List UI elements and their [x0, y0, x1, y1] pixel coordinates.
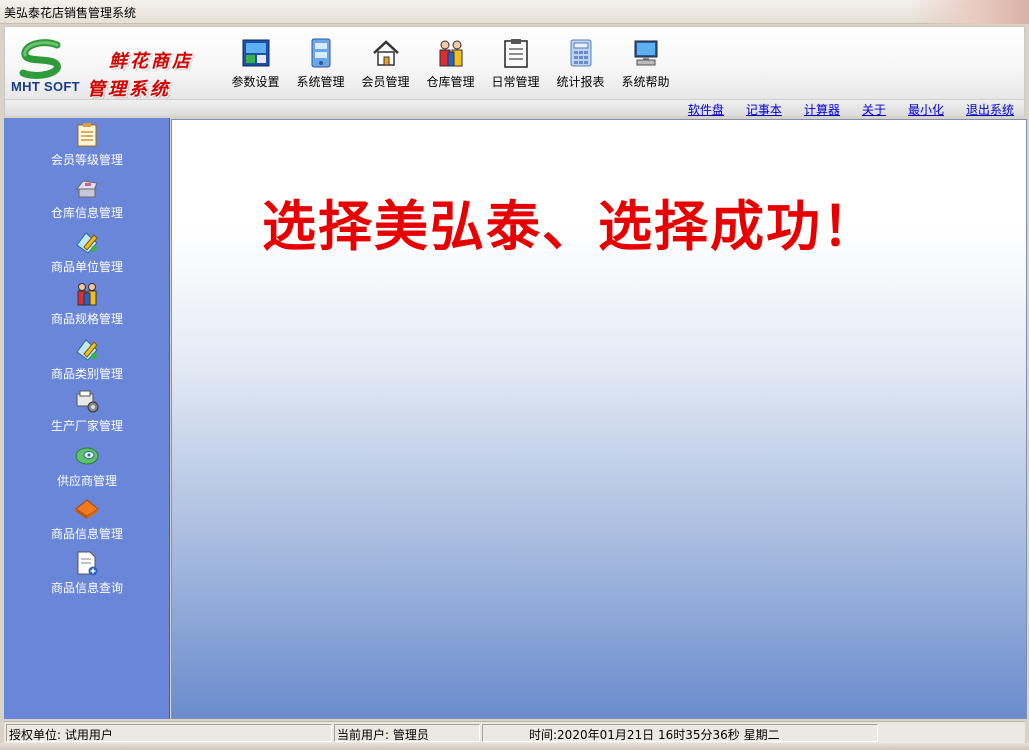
sidebar-item-label: 商品信息管理: [50, 527, 123, 541]
toolbar-label: 参数设置: [231, 75, 280, 89]
pen-paper-icon: [76, 339, 98, 361]
title-bar[interactable]: 美弘泰花店销售管理系统: [0, 0, 1029, 24]
house-icon: [372, 40, 399, 66]
slogan-banner: 选择美弘泰、选择成功！: [262, 194, 878, 258]
toolbar-params-button[interactable]: 参数设置: [223, 37, 288, 93]
sidebar-item-label: 生产厂家管理: [50, 419, 123, 433]
sidebar-item-supplier[interactable]: 供应商管理: [4, 443, 170, 489]
diamond-icon: [75, 499, 99, 519]
toolbar-label: 仓库管理: [426, 75, 475, 89]
logo-title-line1: 鲜花商店: [109, 51, 193, 72]
sidebar-item-product-category[interactable]: 商品类别管理: [4, 336, 170, 382]
clipboard-icon: [503, 39, 528, 68]
window-title: 美弘泰花店销售管理系统: [4, 6, 137, 20]
toolbar-label: 系统管理: [296, 75, 345, 89]
sidebar-item-label: 商品信息查询: [50, 581, 123, 595]
toolbar-member-button[interactable]: 会员管理: [353, 37, 418, 93]
link-bar: 软件盘 记事本 计算器 关于 最小化 退出系统: [5, 99, 1024, 118]
logo-brand-text: MHT SOFT: [11, 79, 80, 94]
status-unit-label: 授权单位:: [9, 728, 62, 742]
sidebar-item-label: 会员等级管理: [50, 153, 123, 167]
toolbar-daily-button[interactable]: 日常管理: [483, 37, 548, 93]
toolbar-report-button[interactable]: 统计报表: [548, 37, 613, 93]
sidebar-item-label: 商品类别管理: [50, 367, 123, 381]
logo-swoosh-icon: [19, 39, 61, 79]
sidebar-item-manufacturer[interactable]: 生产厂家管理: [4, 388, 170, 434]
sidebar-item-label: 供应商管理: [56, 474, 117, 488]
link-minimize[interactable]: 最小化: [908, 101, 944, 118]
cash-register-icon: [76, 180, 98, 198]
status-license-unit: 授权单位: 试用用户: [6, 724, 332, 742]
logo-title-line2: 管理系统: [87, 79, 171, 100]
clipboard-icon: [77, 123, 97, 147]
toolbar-label: 会员管理: [361, 75, 410, 89]
title-decoration: [909, 0, 1029, 24]
people-icon: [77, 283, 97, 306]
status-bar: 授权单位: 试用用户 当前用户: 管理员 时间:2020年01月21日 16时3…: [4, 721, 1025, 743]
toolbar-warehouse-button[interactable]: 仓库管理: [418, 37, 483, 93]
toolbar-system-button[interactable]: 系统管理: [288, 37, 353, 93]
calculator-icon: [570, 39, 591, 67]
pen-paper-icon: [76, 232, 98, 254]
sidebar-item-member-level[interactable]: 会员等级管理: [4, 122, 170, 168]
sidebar: 会员等级管理 仓库信息管理 商品单位管理 商品规格管理 商品类别管理 生产厂家管…: [4, 118, 170, 719]
toolbar-label: 统计报表: [556, 75, 605, 89]
status-user-label: 当前用户:: [337, 728, 390, 742]
sidebar-item-label: 商品单位管理: [50, 260, 123, 274]
toolbar-label: 系统帮助: [621, 75, 670, 89]
main-toolbar: 参数设置 系统管理 会员管理 仓库管理 日常管理 统计报表 系统帮助: [223, 37, 678, 93]
cabinet-icon: [311, 38, 330, 68]
people-icon: [439, 40, 462, 67]
link-exit-system[interactable]: 退出系统: [966, 101, 1014, 118]
main-content-area: 选择美弘泰、选择成功！: [171, 119, 1027, 719]
toolbar-label: 日常管理: [491, 75, 540, 89]
link-soft-keyboard[interactable]: 软件盘: [688, 101, 724, 118]
sidebar-item-product-info[interactable]: 商品信息管理: [4, 496, 170, 542]
link-calculator[interactable]: 计算器: [804, 101, 840, 118]
sidebar-item-label: 商品规格管理: [50, 312, 123, 326]
header: MHT SOFT 鲜花商店 管理系统 参数设置 系统管理 会员管理 仓库管理 日…: [4, 26, 1025, 118]
link-notepad[interactable]: 记事本: [746, 101, 782, 118]
status-time-label: 时间:: [529, 728, 558, 742]
app-logo: MHT SOFT 鲜花商店 管理系统: [7, 35, 217, 101]
quick-links: 软件盘 记事本 计算器 关于 最小化 退出系统: [666, 101, 1014, 118]
sidebar-item-label: 仓库信息管理: [50, 206, 123, 220]
status-time-value: 2020年01月21日 16时35分36秒 星期二: [557, 728, 780, 742]
status-time: 时间:2020年01月21日 16时35分36秒 星期二: [482, 724, 878, 742]
status-current-user: 当前用户: 管理员: [334, 724, 480, 742]
toolbar-help-button[interactable]: 系统帮助: [613, 37, 678, 93]
disc-icon: [75, 447, 99, 465]
document-add-icon: [77, 551, 98, 576]
link-about[interactable]: 关于: [862, 101, 886, 118]
status-unit-value: 试用用户: [64, 728, 113, 742]
window-bottom-edge: [0, 743, 1029, 750]
settings-icon: [242, 39, 269, 67]
computer-icon: [634, 40, 657, 66]
status-user-value: 管理员: [392, 728, 429, 742]
sidebar-item-product-unit[interactable]: 商品单位管理: [4, 229, 170, 275]
sidebar-item-warehouse-info[interactable]: 仓库信息管理: [4, 175, 170, 221]
printer-gear-icon: [76, 390, 99, 413]
sidebar-item-product-spec[interactable]: 商品规格管理: [4, 281, 170, 327]
sidebar-item-product-query[interactable]: 商品信息查询: [4, 550, 170, 596]
